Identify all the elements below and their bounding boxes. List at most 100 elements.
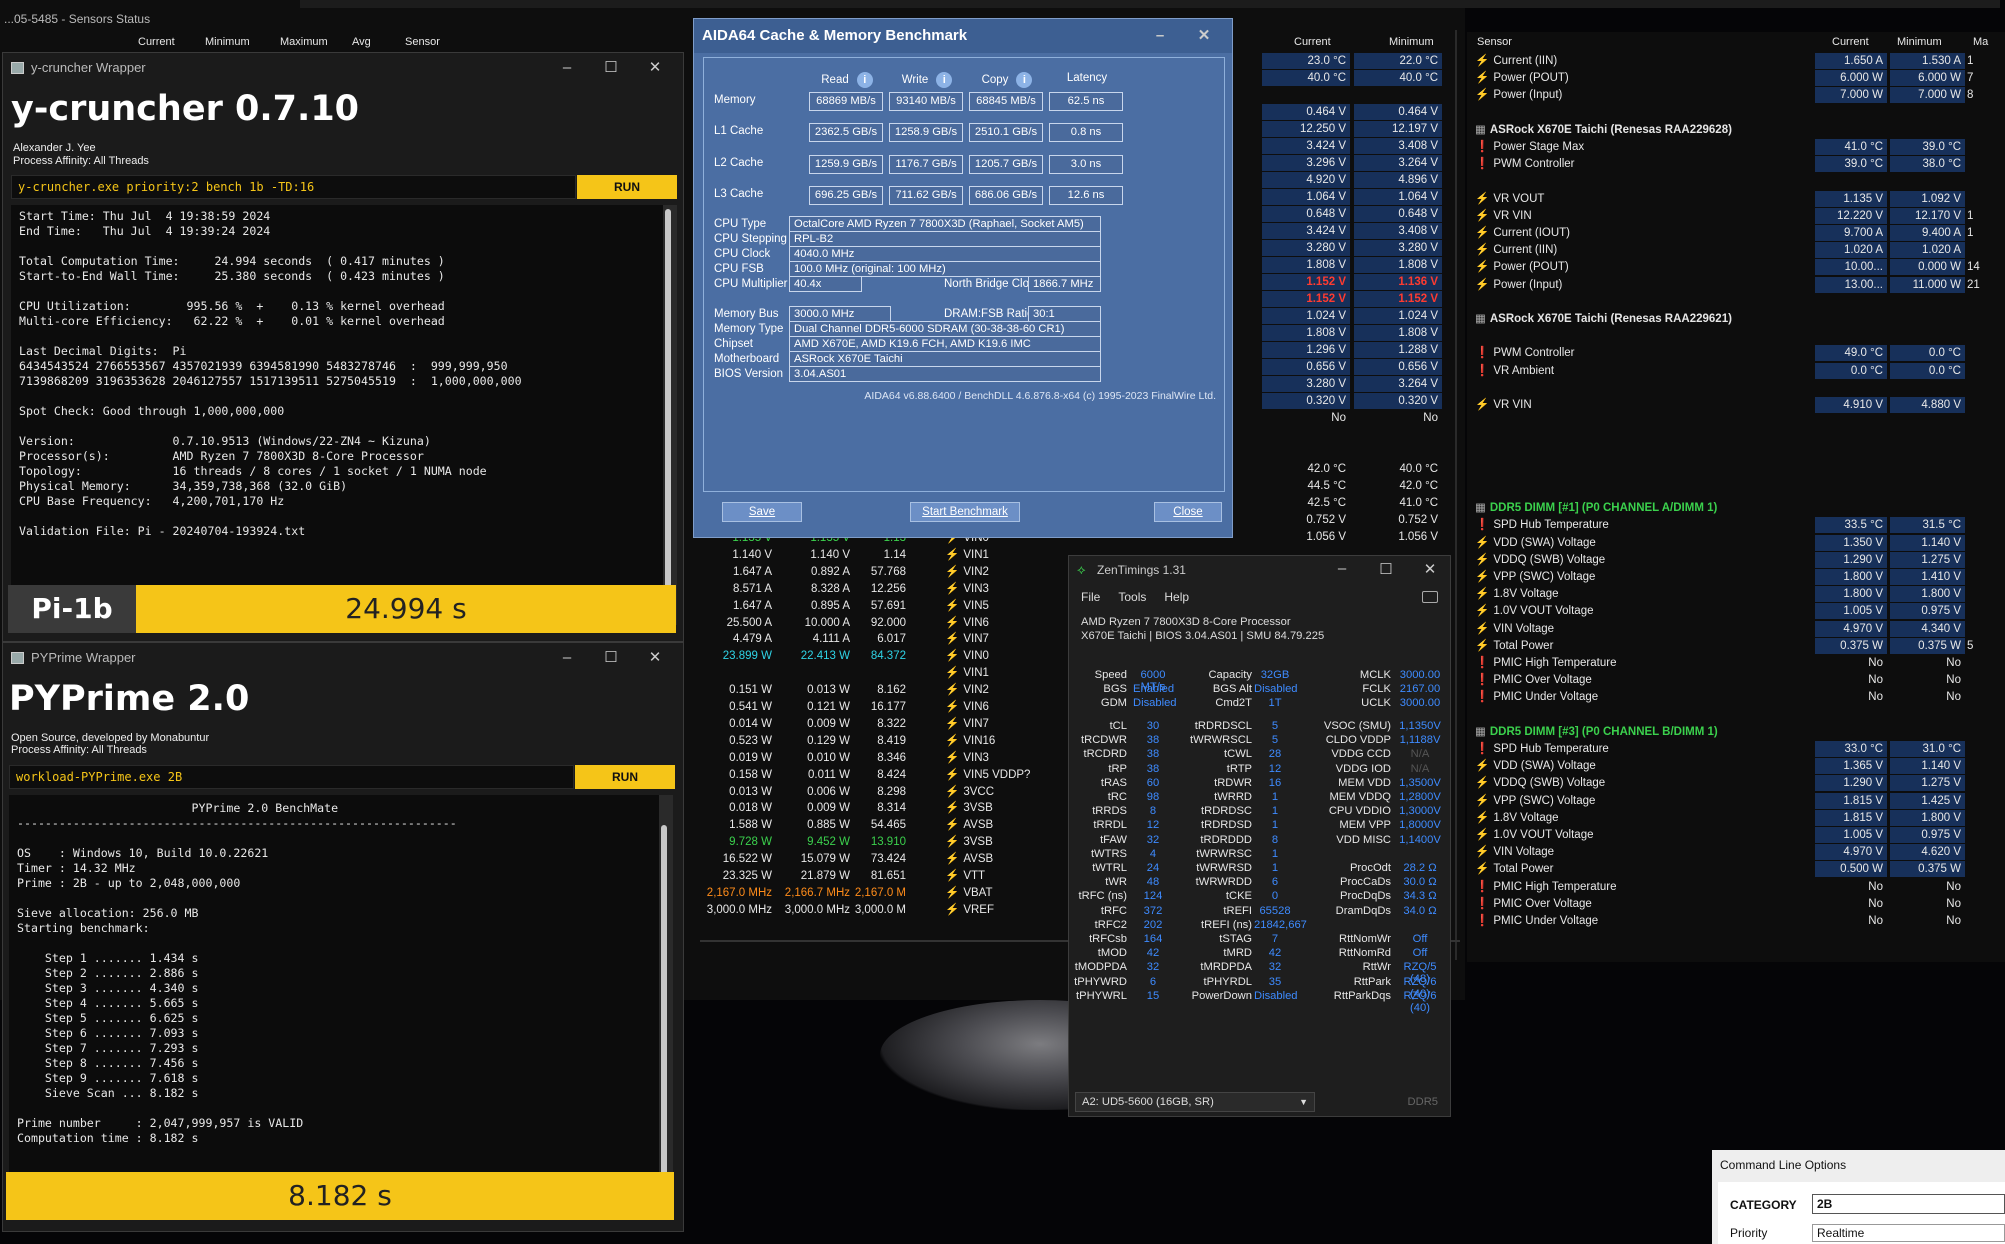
sensor-row[interactable]: ⚡ 1.0V VOUT Voltage 1.005 V 0.975 V	[1467, 603, 2005, 620]
sensor-row[interactable]: ⚡ VIN Voltage 4.970 V 4.620 V	[1467, 844, 2005, 861]
sensor-row[interactable]: ❗ PWM Controller 39.0 °C 38.0 °C	[1467, 156, 2005, 173]
sensor-row[interactable]: ⚡ VPP (SWC) Voltage 1.815 V 1.425 V	[1467, 792, 2005, 810]
zen-titlebar[interactable]: ⟡ ZenTimings 1.31 – ☐ ✕	[1069, 556, 1452, 584]
sensor-row[interactable]: ⚡ 1.8V Voltage 1.800 V 1.800 V	[1467, 586, 2005, 603]
column-header[interactable]: Maximum	[280, 36, 328, 48]
sensor-row[interactable]: ⚡ Total Power 0.375 W 0.375 W5	[1467, 637, 2005, 655]
pyprime-titlebar[interactable]: PYPrime Wrapper – ☐ ✕	[3, 643, 683, 673]
sensor-name[interactable]: ⚡ 3VSB	[945, 800, 1065, 816]
menu-help[interactable]: Help	[1164, 590, 1189, 604]
sensor-row[interactable]: ⚡ 1.8V Voltage 1.815 V 1.800 V	[1467, 809, 2005, 827]
sensor-row[interactable]: ❗ PWM Controller 49.0 °C 0.0 °C	[1467, 345, 2005, 362]
close-button[interactable]: ✕	[1408, 560, 1452, 578]
console-scrollbar[interactable]	[663, 205, 677, 625]
category-input[interactable]: 2B	[1812, 1194, 2005, 1214]
console-scrollbar[interactable]	[659, 795, 673, 1215]
close-button[interactable]: ✕	[633, 53, 677, 83]
sensor-name[interactable]: ⚡ VIN16	[945, 733, 1065, 749]
column-header[interactable]: Sensor	[405, 36, 440, 48]
run-button[interactable]: RUN	[575, 765, 675, 789]
sensor-row[interactable]: ❗ PMIC Over Voltage No No	[1467, 896, 2005, 913]
close-button[interactable]: ✕	[633, 643, 677, 673]
sensor-row[interactable]: ❗ SPD Hub Temperature 33.0 °C 31.0 °C	[1467, 741, 2005, 758]
sensor-name[interactable]: ⚡ 3VSB	[945, 834, 1065, 850]
close-dialog-button[interactable]: Close	[1154, 502, 1222, 522]
column-header[interactable]: Current	[138, 36, 175, 48]
column-header[interactable]: Minimum	[1389, 36, 1434, 48]
sensor-name[interactable]: ⚡ VTT	[945, 868, 1065, 884]
maximize-button[interactable]: ☐	[589, 53, 633, 83]
sensor-name[interactable]: ⚡ AVSB	[945, 851, 1065, 867]
sensor-name[interactable]: ⚡ VIN1	[945, 547, 1065, 563]
sensor-row[interactable]: ⚡ Current (IIN) 1.650 A 1.530 A1	[1467, 53, 2005, 70]
minimize-button[interactable]: –	[545, 53, 589, 83]
sensor-row[interactable]: ⚡ Current (IOUT) 9.700 A 9.400 A1	[1467, 225, 2005, 242]
sensor-group-header[interactable]: ▦ ASRock X670E Taichi (Renesas RAA229621)	[1467, 311, 2005, 328]
sensor-name[interactable]: ⚡ VIN2	[945, 682, 1065, 698]
sensor-row[interactable]: ⚡ VDDQ (SWB) Voltage 1.290 V 1.275 V	[1467, 775, 2005, 792]
sensor-row[interactable]: ⚡ Total Power 0.500 W 0.375 W	[1467, 861, 2005, 878]
sensor-group-header[interactable]: ▦ DDR5 DIMM [#3] (P0 CHANNEL B/DIMM 1)	[1467, 724, 2005, 741]
minimize-button[interactable]: –	[1138, 19, 1182, 53]
command-field[interactable]: y-cruncher.exe priority:2 bench 1b -TD:1…	[11, 175, 576, 199]
sensor-row[interactable]: ⚡ Power (POUT) 6.000 W 6.000 W7	[1467, 70, 2005, 87]
sensor-row[interactable]: ⚡ Power (Input) 7.000 W 7.000 W8	[1467, 87, 2005, 104]
sensor-row[interactable]: ⚡ Power (Input) 13.00... 11.000 W 21	[1467, 276, 2005, 294]
sensor-name[interactable]: ⚡ 3VCC	[945, 784, 1065, 800]
sensor-name[interactable]: ⚡ VIN6	[945, 699, 1065, 715]
sensor-row[interactable]: ⚡ VPP (SWC) Voltage 1.800 V 1.410 V	[1467, 569, 2005, 586]
ycruncher-titlebar[interactable]: y-cruncher Wrapper – ☐ ✕	[3, 53, 683, 83]
sensor-name[interactable]: ⚡ AVSB	[945, 817, 1065, 833]
sensor-name[interactable]: ⚡ VIN0	[945, 648, 1065, 664]
maximize-button[interactable]: ☐	[1364, 560, 1408, 578]
column-header[interactable]: Current	[1294, 36, 1331, 48]
sensor-row[interactable]: ⚡ VR VIN 4.910 V 4.880 V	[1467, 397, 2005, 414]
sensor-row[interactable]: ⚡ Current (IIN) 1.020 A 1.020 A	[1467, 242, 2005, 259]
sensor-name[interactable]: ⚡ VIN5 VDDP?	[945, 767, 1065, 783]
sensor-name[interactable]: ⚡ VIN7	[945, 631, 1065, 647]
info-icon[interactable]: i	[936, 72, 953, 88]
sensor-row[interactable]: ❗ Power Stage Max 41.0 °C 39.0 °C	[1467, 139, 2005, 156]
sensor-group-header[interactable]: ▦ ASRock X670E Taichi (Renesas RAA229628)	[1467, 122, 2005, 139]
sensor-row[interactable]: ❗ PMIC Under Voltage No No	[1467, 689, 2005, 706]
sensor-name[interactable]: ⚡ VIN1	[945, 665, 1065, 681]
save-button[interactable]: Save	[722, 502, 802, 522]
sensor-name[interactable]: ⚡ VREF	[945, 902, 1065, 918]
sensor-row[interactable]: ❗ PMIC Over Voltage No No	[1467, 672, 2005, 689]
start-benchmark-button[interactable]: Start Benchmark	[910, 502, 1020, 522]
info-icon[interactable]: i	[1016, 72, 1033, 88]
sensor-row[interactable]: ⚡ Power (POUT) 10.00... 0.000 W 14	[1467, 259, 2005, 276]
sensor-row[interactable]: ⚡ 1.0V VOUT Voltage 1.005 V 0.975 V	[1467, 827, 2005, 844]
sensor-group-header[interactable]: ▦ DDR5 DIMM [#1] (P0 CHANNEL A/DIMM 1)	[1467, 500, 2005, 517]
camera-icon[interactable]	[1422, 591, 1438, 603]
sensor-row[interactable]: ⚡ VIN Voltage 4.970 V 4.340 V	[1467, 620, 2005, 638]
sensor-row[interactable]: ⚡ VDDQ (SWB) Voltage 1.290 V 1.275 V	[1467, 551, 2005, 569]
column-header[interactable]: Avg	[352, 36, 371, 48]
sensor-name[interactable]: ⚡ VIN2	[945, 564, 1065, 580]
minimize-button[interactable]: –	[545, 643, 589, 673]
sensor-row[interactable]: ❗ PMIC Under Voltage No No	[1467, 913, 2005, 930]
sensor-row[interactable]: ⚡ VR VOUT 1.135 V 1.092 V	[1467, 190, 2005, 208]
aida-titlebar[interactable]: AIDA64 Cache & Memory Benchmark – ✕	[694, 19, 1232, 53]
module-select[interactable]: A2: UD5-5600 (16GB, SR) ▼	[1075, 1092, 1315, 1112]
close-button[interactable]: ✕	[1182, 19, 1226, 53]
sensor-row[interactable]: ❗ VR Ambient 0.0 °C 0.0 °C	[1467, 362, 2005, 380]
column-header[interactable]: Sensor	[1477, 36, 1512, 48]
minimize-button[interactable]: –	[1320, 560, 1364, 578]
info-icon[interactable]: i	[856, 72, 873, 88]
sensor-name[interactable]: ⚡ VIN3	[945, 750, 1065, 766]
command-field[interactable]: workload-PYPrime.exe 2B	[9, 765, 574, 789]
maximize-button[interactable]: ☐	[589, 643, 633, 673]
sensor-name[interactable]: ⚡ VIN3	[945, 581, 1065, 597]
run-button[interactable]: RUN	[577, 175, 677, 199]
sensor-name[interactable]: ⚡ VBAT	[945, 885, 1065, 901]
sensor-row[interactable]: ❗ PMIC High Temperature No No	[1467, 655, 2005, 672]
sensor-name[interactable]: ⚡ VIN7	[945, 716, 1065, 732]
sensor-row[interactable]: ❗ PMIC High Temperature No No	[1467, 879, 2005, 896]
column-header[interactable]: Minimum	[1897, 36, 1942, 48]
sensor-row[interactable]: ⚡ VDD (SWA) Voltage 1.365 V 1.140 V	[1467, 758, 2005, 775]
menu-tools[interactable]: Tools	[1118, 590, 1146, 604]
column-header[interactable]: Ma	[1973, 36, 1988, 48]
sensor-name[interactable]: ⚡ VIN5	[945, 598, 1065, 614]
column-header[interactable]: Current	[1832, 36, 1869, 48]
